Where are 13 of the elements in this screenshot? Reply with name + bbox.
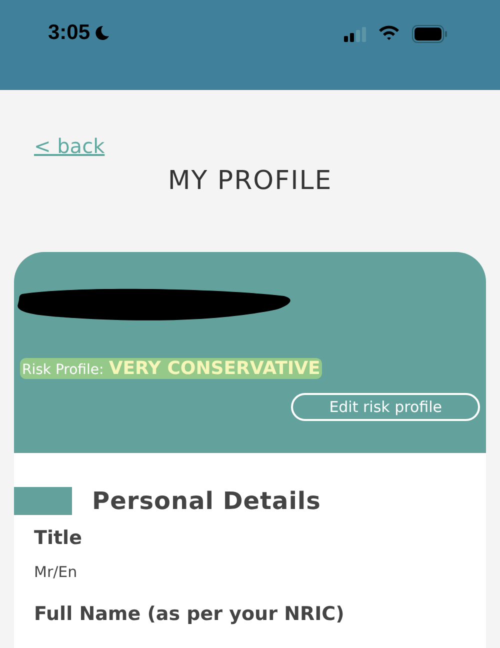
risk-profile-text: Risk Profile: VERY CONSERVATIVE [20,358,322,379]
field-label: Full Name (as per your NRIC) [34,603,346,625]
clock-time: 3:05 [48,20,90,46]
edit-risk-profile-button[interactable]: Edit risk profile [291,393,480,421]
field-label: Title [34,527,83,549]
field-value: Mr/En [34,563,78,581]
wifi-icon [378,25,400,41]
back-link[interactable]: < back [34,134,105,158]
section-marker [14,487,72,515]
section-title: Personal Details [92,487,321,515]
page-title: MY PROFILE [166,166,334,196]
battery-icon [412,25,448,43]
moon-icon [94,25,110,41]
